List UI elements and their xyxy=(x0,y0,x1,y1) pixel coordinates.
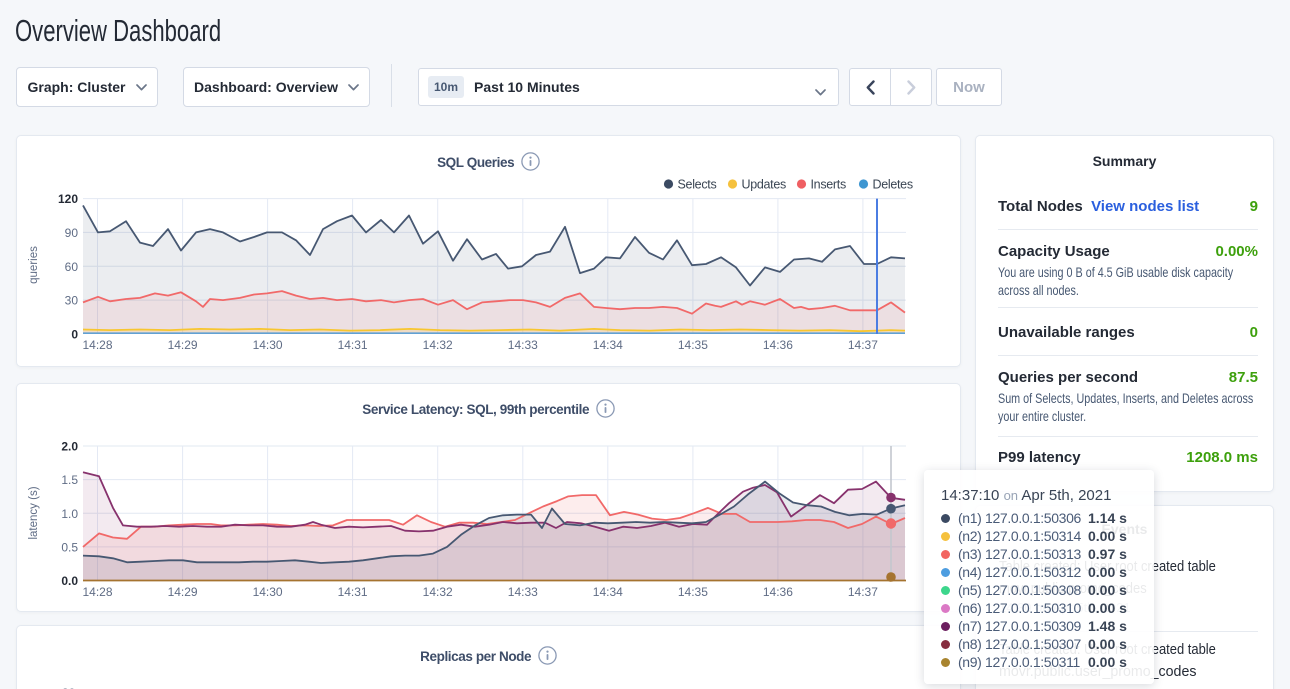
svg-text:Selects: Selects xyxy=(678,178,717,192)
svg-text:14:30: 14:30 xyxy=(253,338,283,352)
svg-text:0: 0 xyxy=(71,328,78,342)
svg-text:14:37: 14:37 xyxy=(848,338,878,352)
svg-text:Deletes: Deletes xyxy=(873,178,913,192)
svg-text:120: 120 xyxy=(58,192,78,206)
svg-text:90: 90 xyxy=(65,226,79,240)
svg-text:14:32: 14:32 xyxy=(423,585,453,599)
svg-text:14:28: 14:28 xyxy=(82,585,112,599)
svg-text:14:37: 14:37 xyxy=(848,585,878,599)
svg-text:14:35: 14:35 xyxy=(678,338,708,352)
svg-text:14:32: 14:32 xyxy=(423,338,453,352)
svg-text:14:36: 14:36 xyxy=(763,585,793,599)
svg-text:Updates: Updates xyxy=(742,178,787,192)
svg-text:0.5: 0.5 xyxy=(61,540,78,554)
svg-text:14:34: 14:34 xyxy=(593,585,623,599)
svg-text:14:31: 14:31 xyxy=(338,585,368,599)
svg-text:1.5: 1.5 xyxy=(61,473,78,487)
svg-text:2.0: 2.0 xyxy=(61,440,78,454)
svg-text:14:34: 14:34 xyxy=(593,338,623,352)
svg-text:14:35: 14:35 xyxy=(678,585,708,599)
svg-text:30: 30 xyxy=(65,294,79,308)
svg-text:Inserts: Inserts xyxy=(811,178,846,192)
svg-text:14:36: 14:36 xyxy=(763,338,793,352)
svg-text:14:29: 14:29 xyxy=(168,585,198,599)
svg-text:1.0: 1.0 xyxy=(61,507,78,521)
svg-text:latency (s): latency (s) xyxy=(28,486,40,539)
svg-text:14:33: 14:33 xyxy=(508,338,538,352)
svg-text:0.0: 0.0 xyxy=(61,574,78,588)
svg-text:queries: queries xyxy=(28,246,40,284)
svg-text:14:28: 14:28 xyxy=(82,338,112,352)
svg-text:14:31: 14:31 xyxy=(338,338,368,352)
svg-text:14:30: 14:30 xyxy=(253,585,283,599)
svg-text:60: 60 xyxy=(65,260,79,274)
svg-text:14:33: 14:33 xyxy=(508,585,538,599)
svg-text:14:29: 14:29 xyxy=(168,338,198,352)
